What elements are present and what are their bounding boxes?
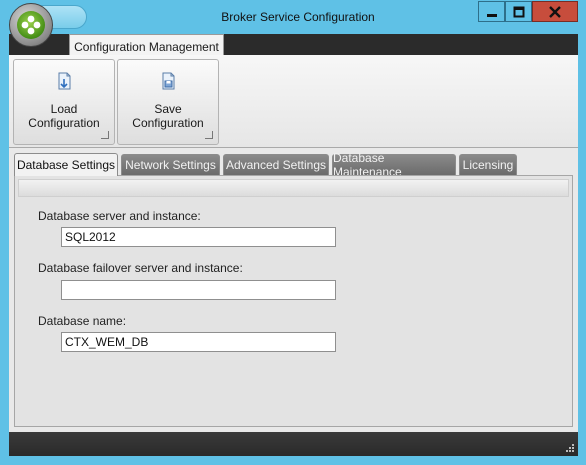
tab-licensing[interactable]: Licensing xyxy=(459,154,517,175)
app-logo-icon xyxy=(9,3,53,47)
failover-server-label: Database failover server and instance: xyxy=(38,261,243,275)
content-area: Database Settings Network Settings Advan… xyxy=(9,148,578,432)
title-bar[interactable]: Broker Service Configuration xyxy=(0,0,586,34)
application-menu-button[interactable] xyxy=(9,3,87,53)
minimize-icon xyxy=(486,13,497,17)
tab-database-maintenance[interactable]: Database Maintenance xyxy=(332,151,456,179)
dialog-launcher-icon[interactable] xyxy=(101,131,109,139)
failover-server-input[interactable] xyxy=(61,280,336,300)
status-bar xyxy=(9,432,578,456)
load-configuration-label: Load Configuration xyxy=(28,102,100,130)
save-configuration-button[interactable]: Save Configuration xyxy=(117,59,219,145)
database-settings-panel: Database server and instance: Database f… xyxy=(14,175,573,427)
database-name-input[interactable] xyxy=(61,332,336,352)
database-server-label: Database server and instance: xyxy=(38,209,201,223)
ribbon-tab-strip: Configuration Management xyxy=(9,34,578,58)
close-icon xyxy=(549,5,561,18)
app-window: Broker Service Configuration Configurati… xyxy=(0,0,586,465)
dialog-launcher-icon[interactable] xyxy=(205,131,213,139)
save-config-icon xyxy=(162,72,175,90)
panel-header-band xyxy=(18,179,569,197)
database-server-input[interactable] xyxy=(61,227,336,247)
maximize-icon xyxy=(513,6,524,17)
tab-advanced-settings[interactable]: Advanced Settings xyxy=(223,154,329,175)
ribbon-panel: Load Configuration Save Configuration xyxy=(9,55,578,148)
load-config-icon xyxy=(58,72,71,90)
tab-network-settings[interactable]: Network Settings xyxy=(121,154,220,175)
load-configuration-button[interactable]: Load Configuration xyxy=(13,59,115,145)
close-button[interactable] xyxy=(532,1,578,22)
tab-database-settings[interactable]: Database Settings xyxy=(14,153,118,176)
save-configuration-label: Save Configuration xyxy=(132,102,204,130)
database-name-label: Database name: xyxy=(38,314,127,328)
minimize-button[interactable] xyxy=(478,1,505,22)
maximize-button[interactable] xyxy=(505,1,532,22)
resize-grip-icon[interactable] xyxy=(565,443,575,453)
